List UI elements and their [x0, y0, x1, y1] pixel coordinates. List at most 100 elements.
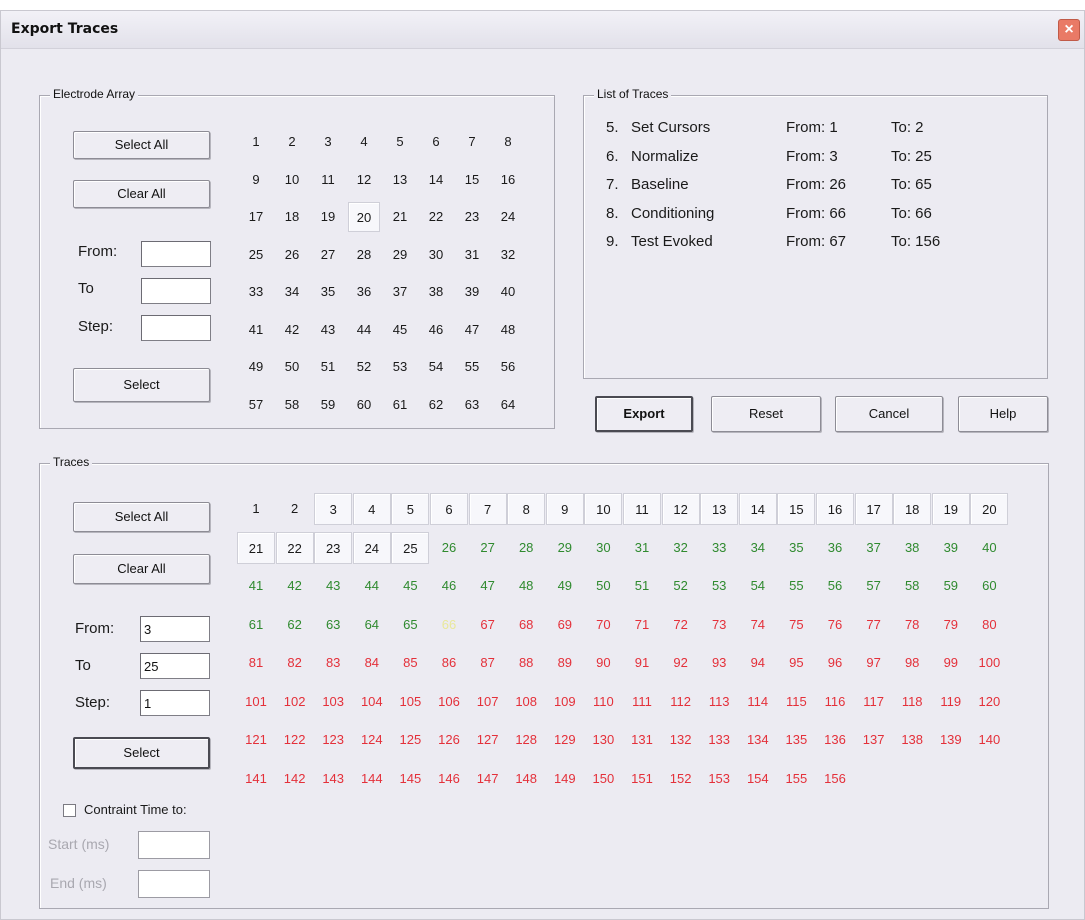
- electrode-cell[interactable]: 51: [312, 352, 344, 382]
- electrode-cell[interactable]: 24: [492, 202, 524, 232]
- trace-cell[interactable]: 102: [276, 686, 314, 718]
- trace-cell[interactable]: 110: [584, 686, 622, 718]
- trace-cell[interactable]: 142: [276, 763, 314, 795]
- trace-cell[interactable]: 58: [893, 570, 931, 602]
- trace-cell[interactable]: 44: [353, 570, 391, 602]
- electrode-cell[interactable]: 56: [492, 352, 524, 382]
- trace-cell[interactable]: 143: [314, 763, 352, 795]
- electrode-cell[interactable]: 37: [384, 277, 416, 307]
- trace-cell[interactable]: 138: [893, 724, 931, 756]
- trace-cell[interactable]: 73: [700, 609, 738, 641]
- electrode-cell[interactable]: 43: [312, 315, 344, 345]
- electrode-cell[interactable]: 16: [492, 165, 524, 195]
- trace-cell[interactable]: 150: [584, 763, 622, 795]
- trace-cell[interactable]: 145: [391, 763, 429, 795]
- trace-cell[interactable]: 133: [700, 724, 738, 756]
- electrode-cell[interactable]: 36: [348, 277, 380, 307]
- electrode-cell[interactable]: 25: [240, 240, 272, 270]
- trace-cell[interactable]: 39: [932, 532, 970, 564]
- electrode-cell[interactable]: 9: [240, 165, 272, 195]
- traces-clear-all-button[interactable]: Clear All: [73, 554, 210, 584]
- trace-cell[interactable]: 116: [816, 686, 854, 718]
- trace-cell[interactable]: 22: [275, 531, 314, 564]
- trace-cell[interactable]: 96: [816, 647, 854, 679]
- trace-cell[interactable]: 61: [237, 609, 275, 641]
- trace-cell[interactable]: 130: [584, 724, 622, 756]
- trace-cell[interactable]: 132: [662, 724, 700, 756]
- electrode-cell[interactable]: 60: [348, 390, 380, 420]
- electrode-cell[interactable]: 54: [420, 352, 452, 382]
- trace-cell[interactable]: 146: [430, 763, 468, 795]
- trace-cell[interactable]: 2: [276, 493, 314, 525]
- trace-cell[interactable]: 51: [623, 570, 661, 602]
- electrode-cell[interactable]: 19: [312, 202, 344, 232]
- trace-cell[interactable]: 119: [932, 686, 970, 718]
- trace-cell[interactable]: 65: [391, 609, 429, 641]
- trace-cell[interactable]: 33: [700, 532, 738, 564]
- traces-step-field[interactable]: [140, 690, 210, 716]
- trace-cell[interactable]: 68: [507, 609, 545, 641]
- trace-cell[interactable]: 7: [468, 493, 507, 525]
- electrode-cell[interactable]: 42: [276, 315, 308, 345]
- electrode-cell[interactable]: 58: [276, 390, 308, 420]
- trace-cell[interactable]: 35: [777, 532, 815, 564]
- trace-cell[interactable]: 123: [314, 724, 352, 756]
- trace-cell[interactable]: 57: [855, 570, 893, 602]
- electrode-cell[interactable]: 44: [348, 315, 380, 345]
- electrode-cell[interactable]: 28: [348, 240, 380, 270]
- trace-cell[interactable]: 77: [855, 609, 893, 641]
- trace-cell[interactable]: 41: [237, 570, 275, 602]
- trace-cell[interactable]: 140: [970, 724, 1008, 756]
- trace-cell[interactable]: 118: [893, 686, 931, 718]
- electrode-cell[interactable]: 47: [456, 315, 488, 345]
- trace-cell[interactable]: 136: [816, 724, 854, 756]
- trace-cell[interactable]: 128: [507, 724, 545, 756]
- trace-cell[interactable]: 86: [430, 647, 468, 679]
- trace-cell[interactable]: 9: [545, 493, 584, 525]
- electrode-cell[interactable]: 27: [312, 240, 344, 270]
- trace-cell[interactable]: 122: [276, 724, 314, 756]
- trace-cell[interactable]: 71: [623, 609, 661, 641]
- electrode-cell[interactable]: 53: [384, 352, 416, 382]
- electrode-cell[interactable]: 29: [384, 240, 416, 270]
- electrode-step-field[interactable]: [141, 315, 211, 341]
- trace-cell[interactable]: 153: [700, 763, 738, 795]
- electrode-cell[interactable]: 33: [240, 277, 272, 307]
- trace-cell[interactable]: 20: [970, 493, 1009, 525]
- electrode-cell[interactable]: 35: [312, 277, 344, 307]
- trace-cell[interactable]: 28: [507, 532, 545, 564]
- trace-cell[interactable]: 3: [314, 493, 353, 525]
- trace-cell[interactable]: 147: [469, 763, 507, 795]
- traces-select-button[interactable]: Select: [73, 737, 210, 769]
- electrode-cell[interactable]: 21: [384, 202, 416, 232]
- trace-cell[interactable]: 69: [546, 609, 584, 641]
- electrode-cell[interactable]: 64: [492, 390, 524, 420]
- electrode-cell[interactable]: 18: [276, 202, 308, 232]
- trace-cell[interactable]: 129: [546, 724, 584, 756]
- electrode-cell[interactable]: 13: [384, 165, 416, 195]
- electrode-cell[interactable]: 50: [276, 352, 308, 382]
- electrode-cell[interactable]: 38: [420, 277, 452, 307]
- trace-cell[interactable]: 79: [932, 609, 970, 641]
- electrode-cell[interactable]: 34: [276, 277, 308, 307]
- electrode-cell[interactable]: 57: [240, 390, 272, 420]
- trace-cell[interactable]: 85: [391, 647, 429, 679]
- electrode-cell[interactable]: 1: [240, 127, 272, 157]
- trace-cell[interactable]: 54: [739, 570, 777, 602]
- electrode-cell[interactable]: 17: [240, 202, 272, 232]
- trace-cell[interactable]: 91: [623, 647, 661, 679]
- trace-cell[interactable]: 5: [391, 493, 430, 525]
- trace-cell[interactable]: 64: [353, 609, 391, 641]
- trace-cell[interactable]: 46: [430, 570, 468, 602]
- electrode-select-button[interactable]: Select: [73, 368, 210, 402]
- trace-cell[interactable]: 83: [314, 647, 352, 679]
- trace-cell[interactable]: 55: [777, 570, 815, 602]
- trace-cell[interactable]: 66: [430, 609, 468, 641]
- electrode-cell[interactable]: 20: [348, 202, 380, 232]
- trace-cell[interactable]: 87: [469, 647, 507, 679]
- electrode-cell[interactable]: 14: [420, 165, 452, 195]
- trace-cell[interactable]: 101: [237, 686, 275, 718]
- trace-cell[interactable]: 45: [391, 570, 429, 602]
- trace-cell[interactable]: 12: [661, 493, 700, 525]
- trace-cell[interactable]: 88: [507, 647, 545, 679]
